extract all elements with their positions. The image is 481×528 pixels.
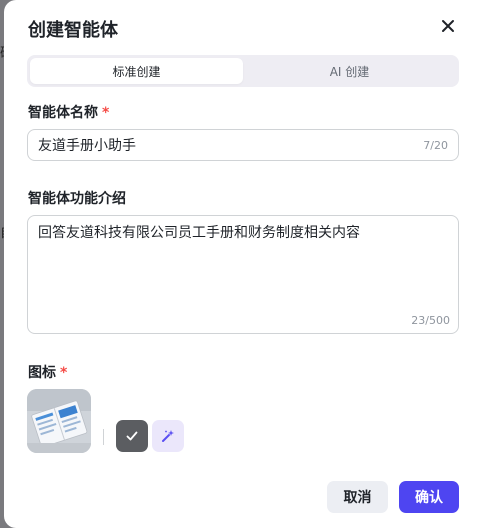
create-agent-dialog: 创建智能体 标准创建 AI 创建 智能体名称 * 友道手册小助手 7/20 智能体… [4,0,481,528]
confirm-button[interactable]: 确认 [399,481,459,513]
cancel-button[interactable]: 取消 [327,481,388,513]
agent-name-label: 智能体名称 * [28,102,109,122]
ai-generate-icon-button[interactable] [152,420,184,452]
magic-wand-icon [162,430,174,442]
agent-name-input[interactable]: 友道手册小助手 7/20 [27,129,459,161]
icon-label-text: 图标 [28,365,56,381]
agent-name-counter: 7/20 [423,138,448,152]
tab-standard-create[interactable]: 标准创建 [30,58,243,84]
dialog-title: 创建智能体 [28,20,118,41]
agent-icon-preview[interactable] [27,389,91,453]
agent-intro-textarea[interactable]: 回答友道科技有限公司员工手册和财务制度相关内容 23/500 [27,215,459,334]
icon-label: 图标 * [28,362,67,382]
handbook-image-icon [27,389,91,453]
creation-mode-tabs: 标准创建 AI 创建 [27,55,459,87]
agent-intro-counter: 23/500 [411,314,450,327]
tab-ai-create[interactable]: AI 创建 [243,58,456,84]
agent-name-label-text: 智能体名称 [28,105,98,121]
agent-intro-label: 智能体功能介绍 [28,191,126,207]
required-mark: * [102,105,110,121]
icon-divider [103,429,104,445]
check-icon [126,431,138,441]
close-button[interactable] [437,15,459,37]
required-mark: * [60,365,68,381]
agent-name-value: 友道手册小助手 [38,138,136,154]
icon-option-selected[interactable] [116,420,148,452]
close-icon [442,20,454,32]
agent-intro-value: 回答友道科技有限公司员工手册和财务制度相关内容 [38,225,360,241]
